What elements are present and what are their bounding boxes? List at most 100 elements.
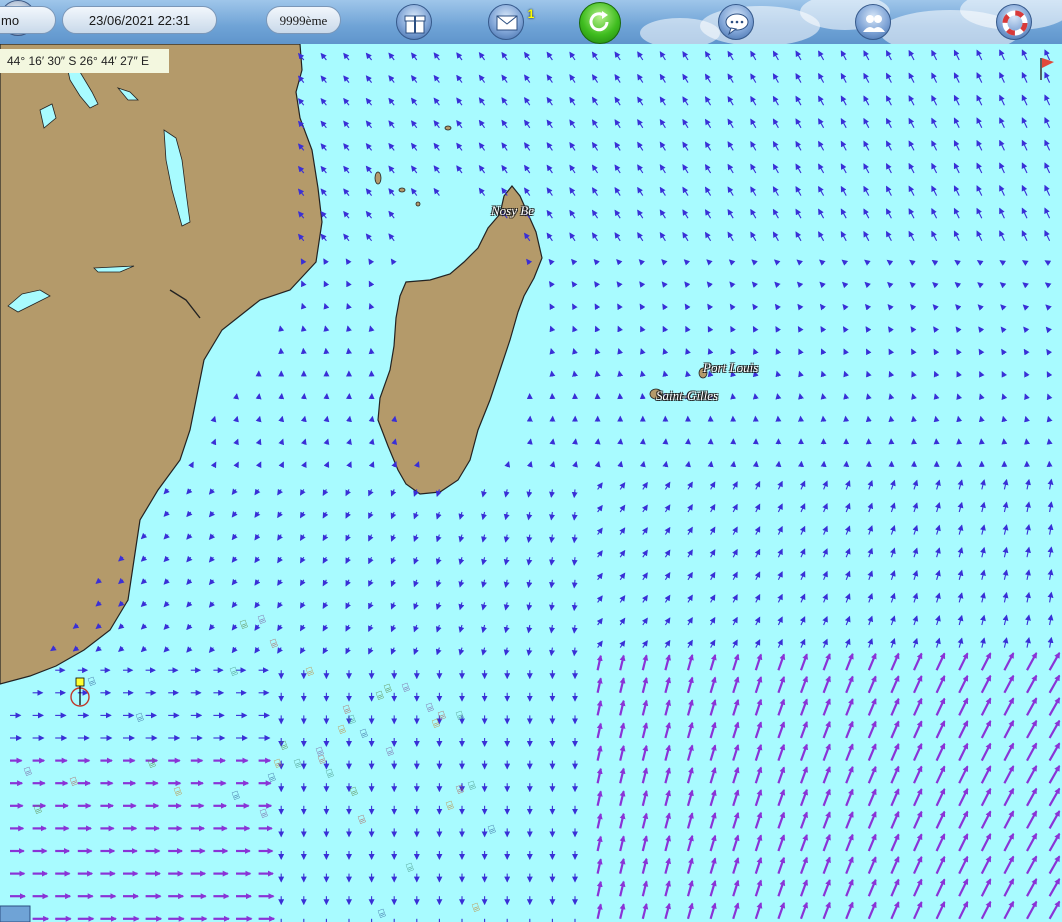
wind-map[interactable]: ⌸ ⌸⌸⌸ ⌸⌸ ⌸ ⌸⌸⌸⌸ ⌸⌸⌸⌸ ⌸⌸⌸⌸ ⌸⌸⌸⌸⌸⌸⌸⌸⌸⌸ ⌸ ⌸⌸⌸ ⌸⌸⌸⌸ ⌸ ⌸⌸… <box>0 44 1062 922</box>
wind-arrow <box>458 602 465 611</box>
other-boat-icon[interactable]: ⌸ <box>337 722 348 737</box>
lifebuoy-icon[interactable] <box>996 4 1032 40</box>
wind-arrow <box>596 617 603 626</box>
other-boat-icon[interactable]: ⌸ <box>467 778 478 793</box>
other-boat-icon[interactable]: ⌸ <box>173 784 184 799</box>
wind-arrow <box>616 281 623 288</box>
wind-arrow <box>1025 614 1031 626</box>
wind-arrow <box>254 624 261 631</box>
wind-arrow <box>820 393 827 400</box>
other-boat-icon[interactable]: ⌸ <box>385 744 396 759</box>
wind-arrow <box>569 187 576 196</box>
wind-arrow <box>1021 139 1028 151</box>
other-boat-icon[interactable]: ⌸ <box>455 708 466 723</box>
chat-icon[interactable] <box>718 4 754 40</box>
wind-arrow <box>867 811 877 829</box>
zoom-control[interactable] <box>0 905 31 922</box>
wind-arrow <box>1048 674 1061 694</box>
wind-arrow <box>976 49 983 61</box>
gift-icon[interactable] <box>396 4 432 40</box>
wind-arrow <box>524 51 531 61</box>
wind-arrow <box>186 646 193 653</box>
other-boat-icon[interactable]: ⌸ <box>273 756 284 771</box>
wind-arrow <box>727 73 734 83</box>
other-boat-icon[interactable]: ⌸ <box>347 712 358 727</box>
other-boat-icon[interactable]: ⌸ <box>317 752 328 767</box>
wind-arrow <box>890 856 900 875</box>
other-boat-icon[interactable]: ⌸ <box>259 806 270 821</box>
wind-arrow <box>1025 501 1031 513</box>
other-boat-icon[interactable]: ⌸ <box>87 674 98 689</box>
wind-arrow <box>845 878 854 897</box>
other-boat-icon[interactable]: ⌸ <box>293 756 304 771</box>
other-boat-icon[interactable]: ⌸ <box>269 636 280 651</box>
other-boat-icon[interactable]: ⌸ <box>487 822 498 837</box>
flag-icon[interactable] <box>1040 58 1054 80</box>
wind-arrow <box>750 118 757 129</box>
other-boat-icon[interactable]: ⌸ <box>33 802 44 817</box>
wind-arrow <box>1044 207 1051 219</box>
wind-arrow <box>642 549 648 558</box>
wind-arrow <box>593 258 600 266</box>
wind-arrow <box>684 281 691 288</box>
wind-arrow <box>297 98 305 106</box>
other-boat-icon[interactable]: ⌸ <box>257 612 268 627</box>
wind-arrow <box>503 557 510 566</box>
wind-arrow <box>503 579 510 588</box>
other-boat-icon[interactable]: ⌸ <box>359 726 370 741</box>
wind-arrow <box>664 481 671 490</box>
wind-arrow <box>822 879 831 897</box>
other-boat-icon[interactable]: ⌸ <box>405 860 416 875</box>
other-boat-icon[interactable]: ⌸ <box>229 664 240 679</box>
wind-arrow <box>233 461 239 469</box>
other-boat-icon[interactable]: ⌸ <box>147 756 158 771</box>
wind-arrow <box>1021 260 1029 266</box>
other-boat-icon[interactable]: ⌸ <box>279 738 290 753</box>
wind-arrow <box>754 879 763 897</box>
wind-arrow <box>503 624 510 634</box>
other-boat-icon[interactable]: ⌸ <box>401 680 412 695</box>
wind-arrow <box>732 789 740 807</box>
player-boat-marker[interactable] <box>70 677 90 707</box>
wind-arrow <box>820 370 827 378</box>
other-boat-icon[interactable]: ⌸ <box>375 688 386 703</box>
wind-arrow <box>687 617 693 626</box>
mail-icon[interactable] <box>488 4 524 40</box>
wind-arrow <box>208 556 216 563</box>
other-boat-icon[interactable]: ⌸ <box>377 906 388 921</box>
wind-arrow <box>956 438 963 445</box>
friends-icon[interactable] <box>855 4 891 40</box>
wind-arrow <box>750 208 757 219</box>
other-boat-icon[interactable]: ⌸ <box>455 782 466 797</box>
other-boat-icon[interactable]: ⌸ <box>305 664 316 679</box>
wind-arrow <box>322 624 329 632</box>
other-boat-icon[interactable]: ⌸ <box>231 788 242 803</box>
wind-arrow <box>750 231 757 242</box>
other-boat-icon[interactable]: ⌸ <box>135 710 146 725</box>
wind-arrow <box>886 185 892 196</box>
wind-arrow <box>890 652 900 671</box>
wind-arrow <box>572 303 578 311</box>
other-boat-icon[interactable]: ⌸ <box>23 764 34 779</box>
wind-arrow <box>456 142 463 151</box>
other-boat-icon[interactable]: ⌸ <box>357 812 368 827</box>
refresh-icon[interactable] <box>579 2 621 44</box>
wind-arrow <box>795 50 802 61</box>
wind-arrow <box>1026 855 1038 875</box>
wind-arrow <box>524 96 531 106</box>
other-boat-icon[interactable]: ⌸ <box>69 774 80 789</box>
other-boat-icon[interactable]: ⌸ <box>349 784 360 799</box>
ranking-field[interactable]: 9999ème <box>266 6 341 34</box>
africa-landmass <box>0 44 323 685</box>
other-boat-icon[interactable]: ⌸ <box>325 766 336 781</box>
wind-arrow <box>707 460 714 468</box>
other-boat-icon[interactable]: ⌸ <box>425 700 436 715</box>
wind-arrow <box>433 74 440 83</box>
other-boat-icon[interactable]: ⌸ <box>471 900 482 915</box>
wind-arrow <box>980 674 992 694</box>
other-boat-icon[interactable]: ⌸ <box>383 681 394 696</box>
other-boat-icon[interactable]: ⌸ <box>239 617 250 632</box>
wind-arrow <box>163 510 170 517</box>
wind-arrow <box>980 479 986 490</box>
other-boat-icon[interactable]: ⌸ <box>445 798 456 813</box>
